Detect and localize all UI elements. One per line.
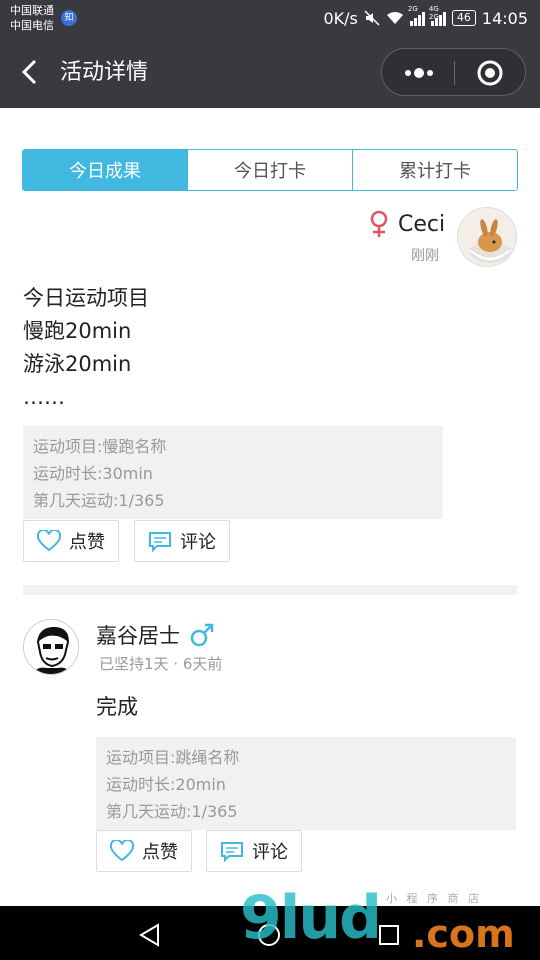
post-1-exercise-info: 运动项目:慢跑名称 运动时长:30min 第几天运动:1/365 bbox=[23, 426, 443, 519]
post-2-exercise-info: 运动项目:跳绳名称 运动时长:20min 第几天运动:1/365 bbox=[96, 737, 516, 830]
female-icon bbox=[370, 210, 388, 237]
comment-icon bbox=[149, 532, 171, 552]
content-line: …… bbox=[23, 385, 65, 409]
content-line: 今日运动项目 bbox=[23, 286, 149, 310]
post-1-avatar[interactable] bbox=[457, 207, 517, 267]
post-2-user: 嘉谷居士 bbox=[96, 620, 214, 650]
carrier-1: 中国联通 bbox=[10, 4, 54, 17]
streak-text: 已坚持1天 bbox=[99, 655, 169, 673]
signal-1-icon: 2G bbox=[408, 5, 425, 26]
post-1-like-button[interactable]: 点赞 bbox=[23, 520, 119, 562]
post-1-comment-button[interactable]: 评论 bbox=[134, 520, 230, 562]
exercise-item: 运动项目:慢跑名称 bbox=[33, 437, 167, 456]
capsule-divider bbox=[454, 61, 455, 85]
post-1-user: Ceci bbox=[368, 210, 445, 238]
back-icon[interactable] bbox=[18, 58, 40, 86]
more-icon[interactable] bbox=[402, 61, 436, 85]
tab-today-results[interactable]: 今日成果 bbox=[23, 150, 187, 190]
comment-label: 评论 bbox=[180, 532, 216, 553]
like-label: 点赞 bbox=[142, 842, 178, 863]
post-separator bbox=[23, 585, 517, 595]
status-bar-right: 0K/s 2G 4G 2G 46 14:05 bbox=[323, 5, 528, 30]
tab-bar: 今日成果 今日打卡 累计打卡 bbox=[22, 149, 518, 191]
clock: 14:05 bbox=[481, 8, 528, 28]
page-title: 活动详情 bbox=[60, 60, 149, 85]
mini-program-capsule bbox=[381, 48, 526, 96]
content-line: 完成 bbox=[96, 695, 138, 719]
wifi-icon bbox=[386, 11, 403, 24]
male-icon bbox=[190, 623, 214, 647]
carrier-info: 中国联通 中国电信 bbox=[10, 3, 54, 33]
rabbit-in-cup-image bbox=[469, 219, 511, 263]
tab-total-checkin[interactable]: 累计打卡 bbox=[352, 150, 517, 190]
post-2-content: 完成 bbox=[96, 692, 138, 722]
tab-today-checkin[interactable]: 今日打卡 bbox=[187, 150, 352, 190]
exercise-duration: 运动时长:30min bbox=[33, 464, 153, 483]
heart-icon bbox=[37, 530, 61, 552]
heart-icon bbox=[110, 840, 134, 862]
mute-icon bbox=[364, 10, 380, 26]
carrier-2: 中国电信 bbox=[10, 19, 54, 32]
close-mini-program-icon[interactable] bbox=[476, 59, 504, 87]
battery-icon: 46 bbox=[451, 10, 476, 26]
comment-label: 评论 bbox=[252, 842, 288, 863]
watermark-small: 小 程 序 商 店 bbox=[386, 892, 482, 905]
signal-2-icon: 4G 2G bbox=[429, 5, 446, 26]
content-line: 游泳20min bbox=[23, 352, 132, 376]
nav-home-icon[interactable] bbox=[257, 923, 281, 947]
zhihu-notification-icon: 知 bbox=[61, 10, 77, 26]
post-2-avatar[interactable] bbox=[23, 619, 79, 675]
post-2-like-button[interactable]: 点赞 bbox=[96, 830, 192, 872]
exercise-day: 第几天运动:1/365 bbox=[33, 491, 165, 510]
like-label: 点赞 bbox=[69, 532, 105, 553]
meta-dot: · bbox=[173, 655, 179, 673]
nav-back-icon[interactable] bbox=[138, 923, 162, 947]
post-2-meta: 已坚持1天 · 6天前 bbox=[99, 653, 222, 674]
content-line: 慢跑20min bbox=[23, 319, 132, 343]
net-speed: 0K/s bbox=[323, 8, 358, 28]
post-2-time: 6天前 bbox=[182, 655, 223, 673]
post-2-username[interactable]: 嘉谷居士 bbox=[96, 620, 180, 650]
post-1-content: 今日运动项目 慢跑20min 游泳20min …… bbox=[23, 282, 149, 414]
exercise-item: 运动项目:跳绳名称 bbox=[106, 748, 240, 767]
exercise-day: 第几天运动:1/365 bbox=[106, 802, 238, 821]
screen: 中国联通 中国电信 知 0K/s 2G 4G 2G 46 14:05 活动详情 … bbox=[0, 0, 540, 960]
system-nav-bar bbox=[0, 906, 540, 960]
nav-recent-apps-icon[interactable] bbox=[377, 923, 401, 947]
comment-icon bbox=[221, 842, 243, 862]
exercise-duration: 运动时长:20min bbox=[106, 775, 226, 794]
sketch-portrait-image bbox=[24, 620, 78, 674]
post-1-username[interactable]: Ceci bbox=[398, 212, 445, 237]
post-2-comment-button[interactable]: 评论 bbox=[206, 830, 302, 872]
post-1-time: 刚刚 bbox=[411, 248, 439, 264]
title-bar: 中国联通 中国电信 知 0K/s 2G 4G 2G 46 14:05 活动详情 bbox=[0, 0, 540, 108]
